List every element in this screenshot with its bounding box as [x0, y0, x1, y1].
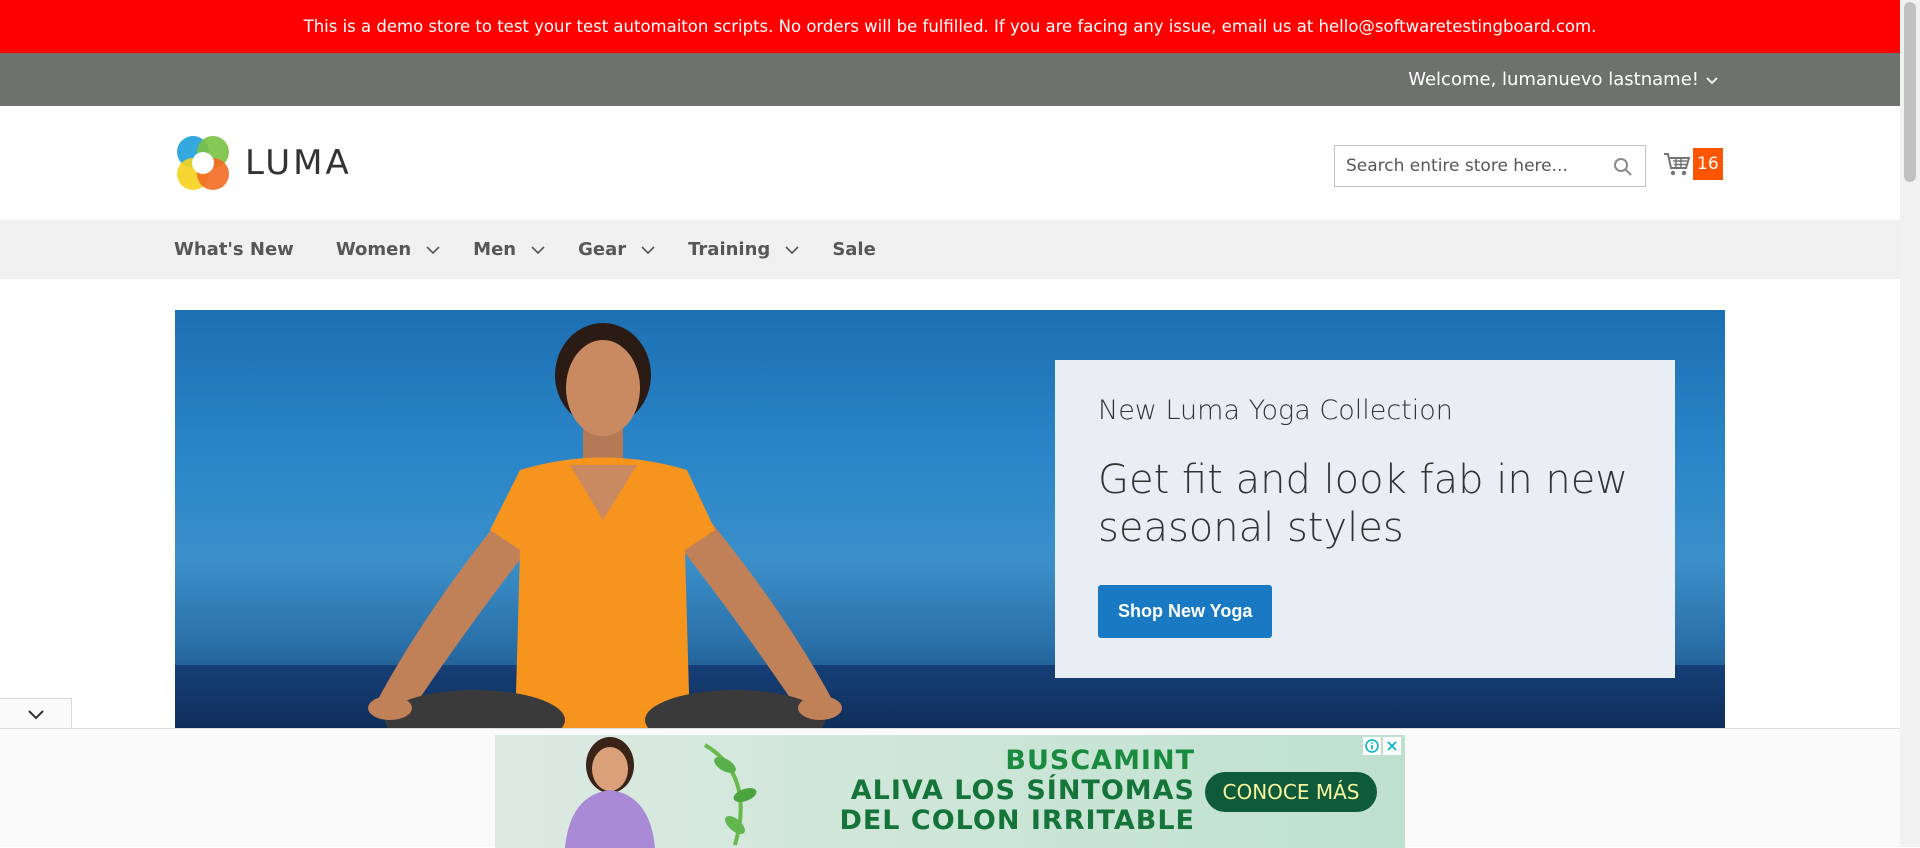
ad-headline-line1: ALIVA LOS SÍNTOMAS — [850, 775, 1195, 806]
luma-logo[interactable]: LUMA — [175, 134, 352, 192]
ad-collapse-toggle[interactable] — [0, 698, 72, 728]
promo-subtitle: New Luma Yoga Collection — [1098, 395, 1453, 426]
nav-item-label: Men — [473, 239, 517, 260]
ad-headline-line2: DEL COLON IRRITABLE — [839, 805, 1195, 836]
search-box — [1334, 145, 1646, 187]
scrollbar-thumb[interactable] — [1904, 2, 1916, 182]
nav-item-whats-new[interactable]: What's New — [174, 239, 294, 260]
cart-icon — [1664, 153, 1691, 176]
ad-info-button[interactable] — [1363, 737, 1381, 755]
chevron-down-icon — [426, 245, 440, 254]
site-header: LUMA 16 — [0, 106, 1900, 220]
ad-cta-button[interactable]: CONOCE MÁS — [1205, 772, 1377, 812]
customer-welcome-menu[interactable]: Welcome, lumanuevo lastname! — [1408, 53, 1719, 106]
ad-creative[interactable]: BUSCAMINT ALIVA LOS SÍNTOMAS DEL COLON I… — [495, 735, 1405, 848]
nav-item-label: What's New — [174, 239, 294, 260]
chevron-down-icon — [641, 245, 655, 254]
logo-wordmark: LUMA — [245, 143, 352, 183]
chevron-down-icon — [531, 245, 545, 254]
nav-item-label: Women — [335, 239, 412, 260]
cart-count-badge: 16 — [1693, 148, 1723, 180]
page-scrollbar[interactable] — [1900, 0, 1920, 847]
nav-item-label: Gear — [578, 239, 627, 260]
anchor-ad-bar: BUSCAMINT ALIVA LOS SÍNTOMAS DEL COLON I… — [0, 728, 1900, 848]
account-panel-bar: Welcome, lumanuevo lastname! — [0, 53, 1900, 106]
demo-notice-text: This is a demo store to test your test a… — [303, 17, 1597, 36]
nav-item-women[interactable]: Women — [336, 239, 441, 260]
nav-item-sale[interactable]: Sale — [832, 239, 876, 260]
promo-title: Get fit and look fab in new seasonal sty… — [1098, 457, 1629, 551]
search-input[interactable] — [1346, 156, 1606, 176]
nav-item-men[interactable]: Men — [473, 239, 546, 260]
main-navigation: What's New Women Men Gear Training Sale — [0, 220, 1900, 279]
chevron-down-icon — [27, 709, 44, 719]
minicart-button[interactable]: 16 — [1663, 148, 1723, 180]
nav-item-label: Training — [688, 239, 771, 260]
shop-new-yoga-button[interactable]: Shop New Yoga — [1098, 585, 1273, 638]
welcome-text: Welcome, lumanuevo lastname! — [1408, 69, 1699, 90]
chevron-down-icon — [1706, 76, 1718, 84]
ad-brand-text: BUSCAMINT — [1005, 745, 1195, 776]
ad-close-button[interactable] — [1383, 737, 1401, 755]
chevron-down-icon — [785, 245, 799, 254]
ad-controls — [1363, 737, 1401, 755]
nav-item-gear[interactable]: Gear — [578, 239, 656, 260]
hero-promo-box: New Luma Yoga Collection Get fit and loo… — [1055, 360, 1675, 678]
nav-item-training[interactable]: Training — [688, 239, 800, 260]
search-icon[interactable] — [1613, 157, 1633, 177]
info-icon — [1365, 739, 1379, 753]
yoga-woman-image — [368, 323, 842, 730]
luma-logo-icon — [177, 136, 229, 190]
close-icon — [1387, 741, 1397, 751]
nav-item-label: Sale — [832, 239, 876, 260]
demo-notice-bar: This is a demo store to test your test a… — [0, 0, 1900, 53]
